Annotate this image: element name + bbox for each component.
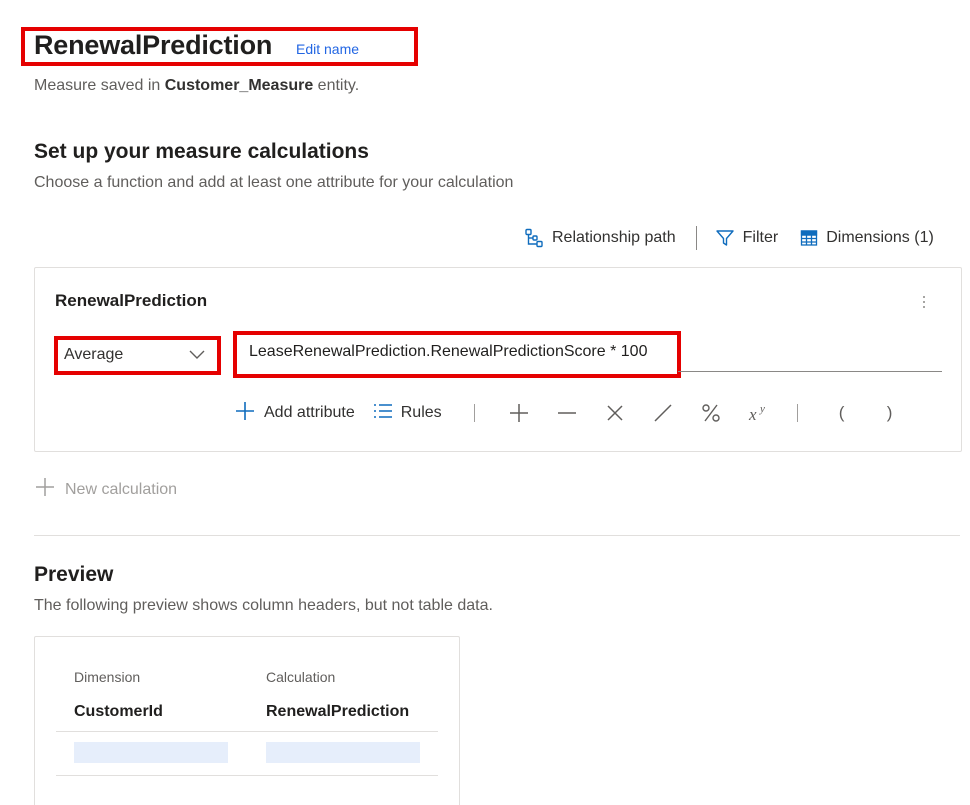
percent-operator-button[interactable]	[687, 403, 735, 423]
divide-operator-button[interactable]	[639, 403, 687, 423]
plus-operator-button[interactable]	[495, 403, 543, 423]
relationship-path-icon	[524, 228, 544, 248]
table-row-divider	[56, 731, 438, 732]
column-header: Dimension	[74, 669, 141, 685]
chevron-down-icon[interactable]	[188, 348, 206, 367]
svg-text:x: x	[748, 405, 757, 423]
dimensions-label: Dimensions (1)	[826, 229, 934, 246]
placeholder-cell	[74, 742, 228, 763]
list-icon	[373, 403, 393, 424]
minus-operator-button[interactable]	[543, 403, 591, 423]
plus-icon	[234, 400, 256, 427]
add-attribute-label: Add attribute	[264, 404, 355, 421]
subtitle-suffix: entity.	[313, 77, 360, 94]
plus-icon	[35, 477, 55, 502]
new-calculation-label: New calculation	[65, 480, 178, 498]
operator-divider	[796, 404, 798, 422]
filter-button[interactable]: Filter	[715, 228, 779, 248]
edit-name-link[interactable]: Edit name	[296, 41, 359, 57]
filter-icon	[715, 228, 735, 248]
relationship-path-button[interactable]: Relationship path	[524, 228, 676, 248]
preview-title: Preview	[34, 563, 114, 586]
setup-section-subtitle: Choose a function and add at least one a…	[34, 174, 514, 191]
new-calculation-button[interactable]: New calculation	[35, 477, 177, 502]
formula-underline	[678, 371, 942, 372]
subtitle-prefix: Measure saved in	[34, 77, 165, 94]
relationship-path-label: Relationship path	[552, 229, 676, 246]
page-title: RenewalPrediction	[34, 30, 273, 60]
setup-section-title: Set up your measure calculations	[34, 140, 369, 163]
svg-text:y: y	[759, 403, 765, 415]
dimensions-button[interactable]: Dimensions (1)	[800, 229, 934, 247]
more-options-icon[interactable]	[918, 296, 930, 316]
column-name: CustomerId	[74, 703, 163, 720]
rules-label: Rules	[400, 404, 442, 421]
table-row-divider	[56, 775, 438, 776]
formula-text: LeaseRenewalPrediction.RenewalPrediction…	[249, 343, 648, 360]
add-attribute-button[interactable]: Add attribute	[234, 400, 355, 427]
filter-label: Filter	[742, 229, 779, 246]
power-operator-button[interactable]: xy	[735, 403, 783, 423]
rules-button[interactable]: Rules	[373, 403, 442, 424]
placeholder-cell	[266, 742, 420, 763]
open-paren-button[interactable]: (	[818, 403, 866, 423]
multiply-operator-button[interactable]	[591, 404, 639, 422]
operator-divider	[473, 404, 475, 422]
column-header: Calculation	[266, 669, 336, 685]
subtitle-entity: Customer_Measure	[164, 77, 314, 94]
operator-toolbar: Add attribute Rules xy ( )	[234, 400, 914, 426]
page-subtitle: Measure saved in Customer_Measure entity…	[34, 77, 359, 95]
calculation-name: RenewalPrediction	[55, 291, 208, 310]
preview-subtitle: The following preview shows column heade…	[34, 597, 493, 614]
table-icon	[800, 229, 818, 247]
column-name: RenewalPrediction	[266, 703, 410, 720]
toolbar-divider	[695, 226, 697, 250]
function-dropdown-value: Average	[64, 346, 124, 363]
section-divider	[34, 535, 960, 536]
calculation-toolbar: Relationship path Filter Dimensions (1)	[524, 226, 934, 250]
close-paren-button[interactable]: )	[866, 403, 914, 423]
